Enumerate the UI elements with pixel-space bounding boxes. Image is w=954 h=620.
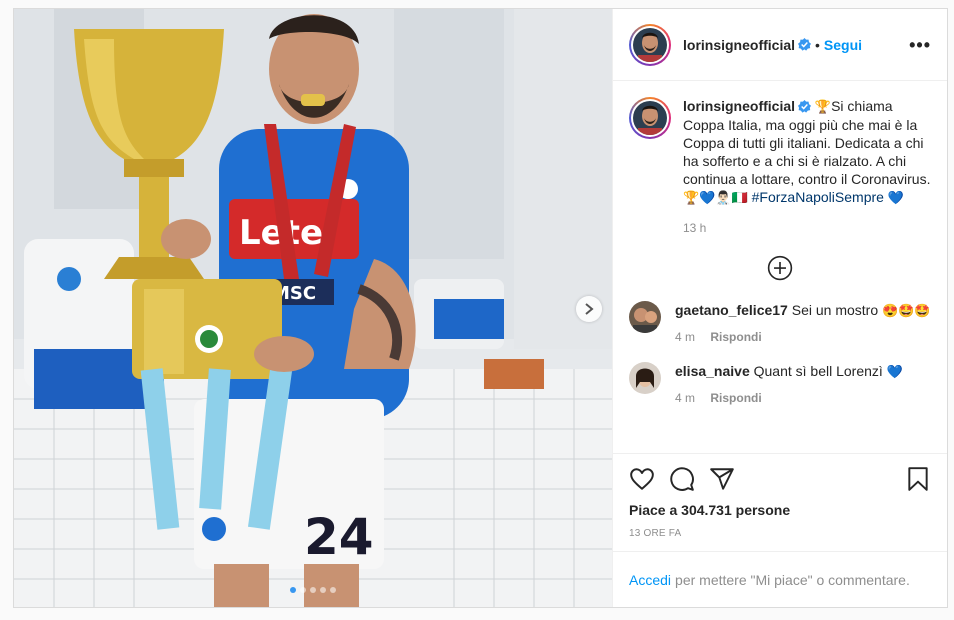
plus-circle-icon[interactable] <box>767 255 793 281</box>
commenter-avatar[interactable] <box>629 362 661 394</box>
trophy-icon: 🏆 <box>814 99 832 114</box>
carousel-dots <box>14 587 612 593</box>
reply-button[interactable]: Rispondi <box>710 330 761 344</box>
caption-emojis: 🏆💙👨🏻‍⚕️🇮🇹 <box>683 190 748 205</box>
comment-item: elisa_naive Quant sì bell Lorenzì 💙 4 m … <box>629 362 931 405</box>
carousel-dot <box>300 587 306 593</box>
comment-username[interactable]: gaetano_felice17 <box>675 302 788 318</box>
post-photo[interactable]: Lete MSC 24 <box>14 9 612 607</box>
post-timestamp: 13 ORE FA <box>629 528 682 539</box>
post-card: Lete MSC 24 <box>13 8 948 608</box>
avatar[interactable] <box>629 23 671 66</box>
profile-photo-icon <box>633 27 667 62</box>
post-actions: Piace a 304.731 persone 13 ORE FA <box>613 453 947 551</box>
comment-username[interactable]: elisa_naive <box>675 363 750 379</box>
comment-text: Quant sì bell Lorenzì <box>753 363 883 379</box>
post-side-panel: lorinsigneofficial • Segui ••• lorinsign… <box>612 9 947 607</box>
header-separator: • <box>815 36 820 53</box>
share-icon[interactable] <box>709 466 735 492</box>
caption-hashtag[interactable]: #ForzaNapoliSempre <box>752 189 884 205</box>
comment-emoji: 😍🤩🤩 <box>882 303 931 318</box>
comment-item: gaetano_felice17 Sei un mostro 😍🤩🤩 4 m R… <box>629 301 931 344</box>
comments-section[interactable]: lorinsigneofficial 🏆Si chiama Coppa Ital… <box>613 81 947 453</box>
caption-end-emoji: 💙 <box>887 190 905 205</box>
login-link[interactable]: Accedi <box>629 572 671 588</box>
comment-time: 4 m <box>675 330 696 344</box>
caption-time: 13 h <box>683 221 707 235</box>
caption-username[interactable]: lorinsigneofficial <box>683 98 795 114</box>
profile-photo-icon <box>633 101 667 135</box>
caption-text: lorinsigneofficial 🏆Si chiama Coppa Ital… <box>683 97 931 237</box>
caption: lorinsigneofficial 🏆Si chiama Coppa Ital… <box>629 97 931 237</box>
login-text: per mettere "Mi piace" o commentare. <box>675 571 910 588</box>
more-options-icon[interactable]: ••• <box>909 36 931 54</box>
load-more-comments[interactable] <box>629 255 931 281</box>
carousel-dot <box>330 587 336 593</box>
svg-text:24: 24 <box>304 508 374 566</box>
commenter-photo-icon <box>629 301 661 333</box>
comment-time: 4 m <box>675 391 696 405</box>
bookmark-icon[interactable] <box>905 466 931 492</box>
commenter-avatar[interactable] <box>629 301 661 333</box>
heart-icon[interactable] <box>629 466 655 492</box>
header-username[interactable]: lorinsigneofficial <box>683 37 795 53</box>
post-header: lorinsigneofficial • Segui ••• <box>613 9 947 81</box>
carousel-dot <box>320 587 326 593</box>
follow-button[interactable]: Segui <box>824 37 862 53</box>
carousel-next-button[interactable] <box>576 296 602 322</box>
player-with-trophy-image: Lete MSC 24 <box>14 9 612 607</box>
comment-emoji: 💙 <box>886 364 903 379</box>
comment-text: Sei un mostro <box>791 302 879 318</box>
verified-icon <box>798 100 812 113</box>
commenter-photo-icon <box>629 362 661 394</box>
caption-avatar[interactable] <box>629 97 671 139</box>
carousel-dot <box>310 587 316 593</box>
verified-icon <box>798 38 812 51</box>
chevron-right-icon <box>585 303 594 315</box>
carousel-dot <box>290 587 296 593</box>
likes-count[interactable]: Piace a 304.731 persone <box>629 502 931 518</box>
comment-icon[interactable] <box>669 466 695 492</box>
login-prompt: Accedi per mettere "Mi piace" o commenta… <box>613 551 947 607</box>
reply-button[interactable]: Rispondi <box>710 391 761 405</box>
